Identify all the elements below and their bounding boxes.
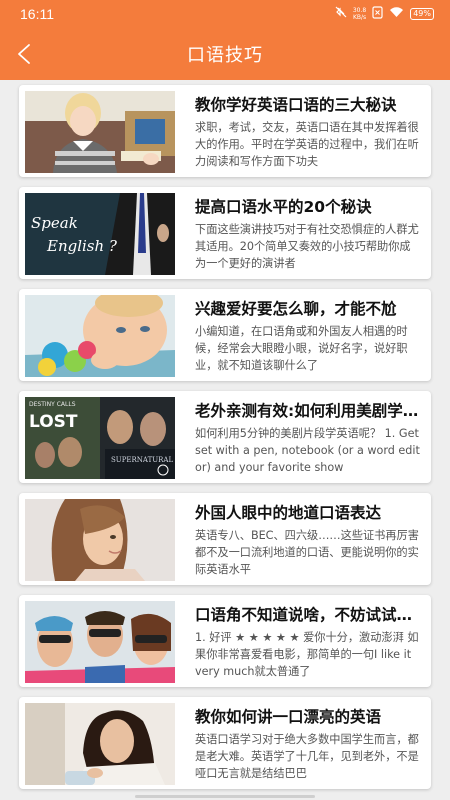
svg-text:English ?: English ?: [46, 237, 118, 255]
speed-value: 30.8: [352, 7, 367, 14]
wifi-icon: [389, 6, 404, 22]
status-icons: 30.8 KB/s 49%: [335, 5, 434, 23]
status-bar: 16:11 30.8 KB/s 49%: [0, 0, 450, 28]
article-summary: 英语专八、BEC、四六级……这些证书再厉害都不及一口流利地道的口语、更能说明你的…: [195, 529, 419, 576]
back-button[interactable]: [10, 38, 38, 70]
article-card[interactable]: 外国人眼中的地道口语表达 英语专八、BEC、四六级……这些证书再厉害都不及一口流…: [19, 493, 431, 585]
article-title: 口语角不知道说啥，不妨试试这些: [195, 606, 423, 624]
article-summary: 如何利用5分钟的美剧片段学英语呢？ 1. Get set with a pen,…: [195, 427, 420, 474]
article-list[interactable]: 教你学好英语口语的三大秘诀 求职，考试，交友，英语口语在其中发挥着很大的作用。平…: [0, 80, 450, 800]
status-time: 16:11: [20, 6, 54, 22]
chevron-left-icon: [18, 44, 30, 64]
article-card[interactable]: 口语角不知道说啥，不妨试试这些 1. 好评 ★ ★ ★ ★ ★ 爱你十分，激动澎…: [19, 595, 431, 687]
article-title: 教你如何讲一口漂亮的英语: [195, 708, 382, 726]
article-card[interactable]: 兴趣爱好要怎么聊，才能不尬 小编知道，在口语角或和外国友人相遇的时候，经常会大眼…: [19, 289, 431, 381]
article-summary: 下面这些演讲技巧对于有社交恐惧症的人群尤其适用。20个简单又奏效的小技巧帮助你成…: [195, 223, 419, 270]
home-indicator: [135, 795, 315, 798]
article-thumbnail: DESTINY CALLS LOST SUPERNATURAL: [25, 397, 175, 479]
thumb-chalk-text: Speak: [31, 214, 78, 232]
article-card[interactable]: 教你如何讲一口漂亮的英语 英语口语学习对于绝大多数中国学生而言，都是老大难。英语…: [19, 697, 431, 789]
article-summary: 英语口语学习对于绝大多数中国学生而言，都是老大难。英语学了十几年，见到老外，不是…: [195, 733, 419, 780]
article-title: 提高口语水平的20个秘诀: [195, 198, 372, 216]
article-summary: 求职，考试，交友，英语口语在其中发挥着很大的作用。平时在学英语的过程中，我们在听…: [195, 121, 419, 168]
article-card[interactable]: DESTINY CALLS LOST SUPERNATURAL 老外亲测有效:如…: [19, 391, 431, 483]
article-thumbnail: [25, 295, 175, 377]
article-summary: 小编知道，在口语角或和外国友人相遇的时候，经常会大眼瞪小眼，说好名字，说好职业，…: [195, 325, 408, 372]
article-thumbnail: [25, 703, 175, 785]
thumb-header-text: DESTINY CALLS: [29, 401, 76, 408]
mute-icon: [335, 6, 347, 22]
article-summary: 1. 好评 ★ ★ ★ ★ ★ 爱你十分，激动澎湃 如果你非常喜爱看电影，那简单…: [195, 631, 419, 678]
article-thumbnail: [25, 601, 175, 683]
article-title: 兴趣爱好要怎么聊，才能不尬: [195, 300, 397, 318]
article-thumbnail: [25, 91, 175, 173]
page-title: 口语技巧: [187, 45, 263, 66]
sim-icon: [372, 5, 383, 23]
article-title: 老外亲测有效:如何利用美剧学英语: [195, 402, 423, 420]
article-title: 教你学好英语口语的三大秘诀: [195, 96, 397, 114]
app-bar: 口语技巧: [0, 28, 450, 80]
article-thumbnail: Speak English ?: [25, 193, 175, 275]
network-speed: 30.8 KB/s: [353, 7, 366, 21]
article-title: 外国人眼中的地道口语表达: [195, 504, 382, 522]
thumb-lost-text: LOST: [29, 412, 78, 432]
article-card[interactable]: Speak English ? 提高口语水平的20个秘诀 下面这些演讲技巧对于有…: [19, 187, 431, 279]
article-card[interactable]: 教你学好英语口语的三大秘诀 求职，考试，交友，英语口语在其中发挥着很大的作用。平…: [19, 85, 431, 177]
article-thumbnail: [25, 499, 175, 581]
battery-indicator: 49%: [410, 8, 434, 20]
speed-unit: KB/s: [352, 14, 367, 21]
thumb-caption-text: SUPERNATURAL: [111, 456, 173, 464]
